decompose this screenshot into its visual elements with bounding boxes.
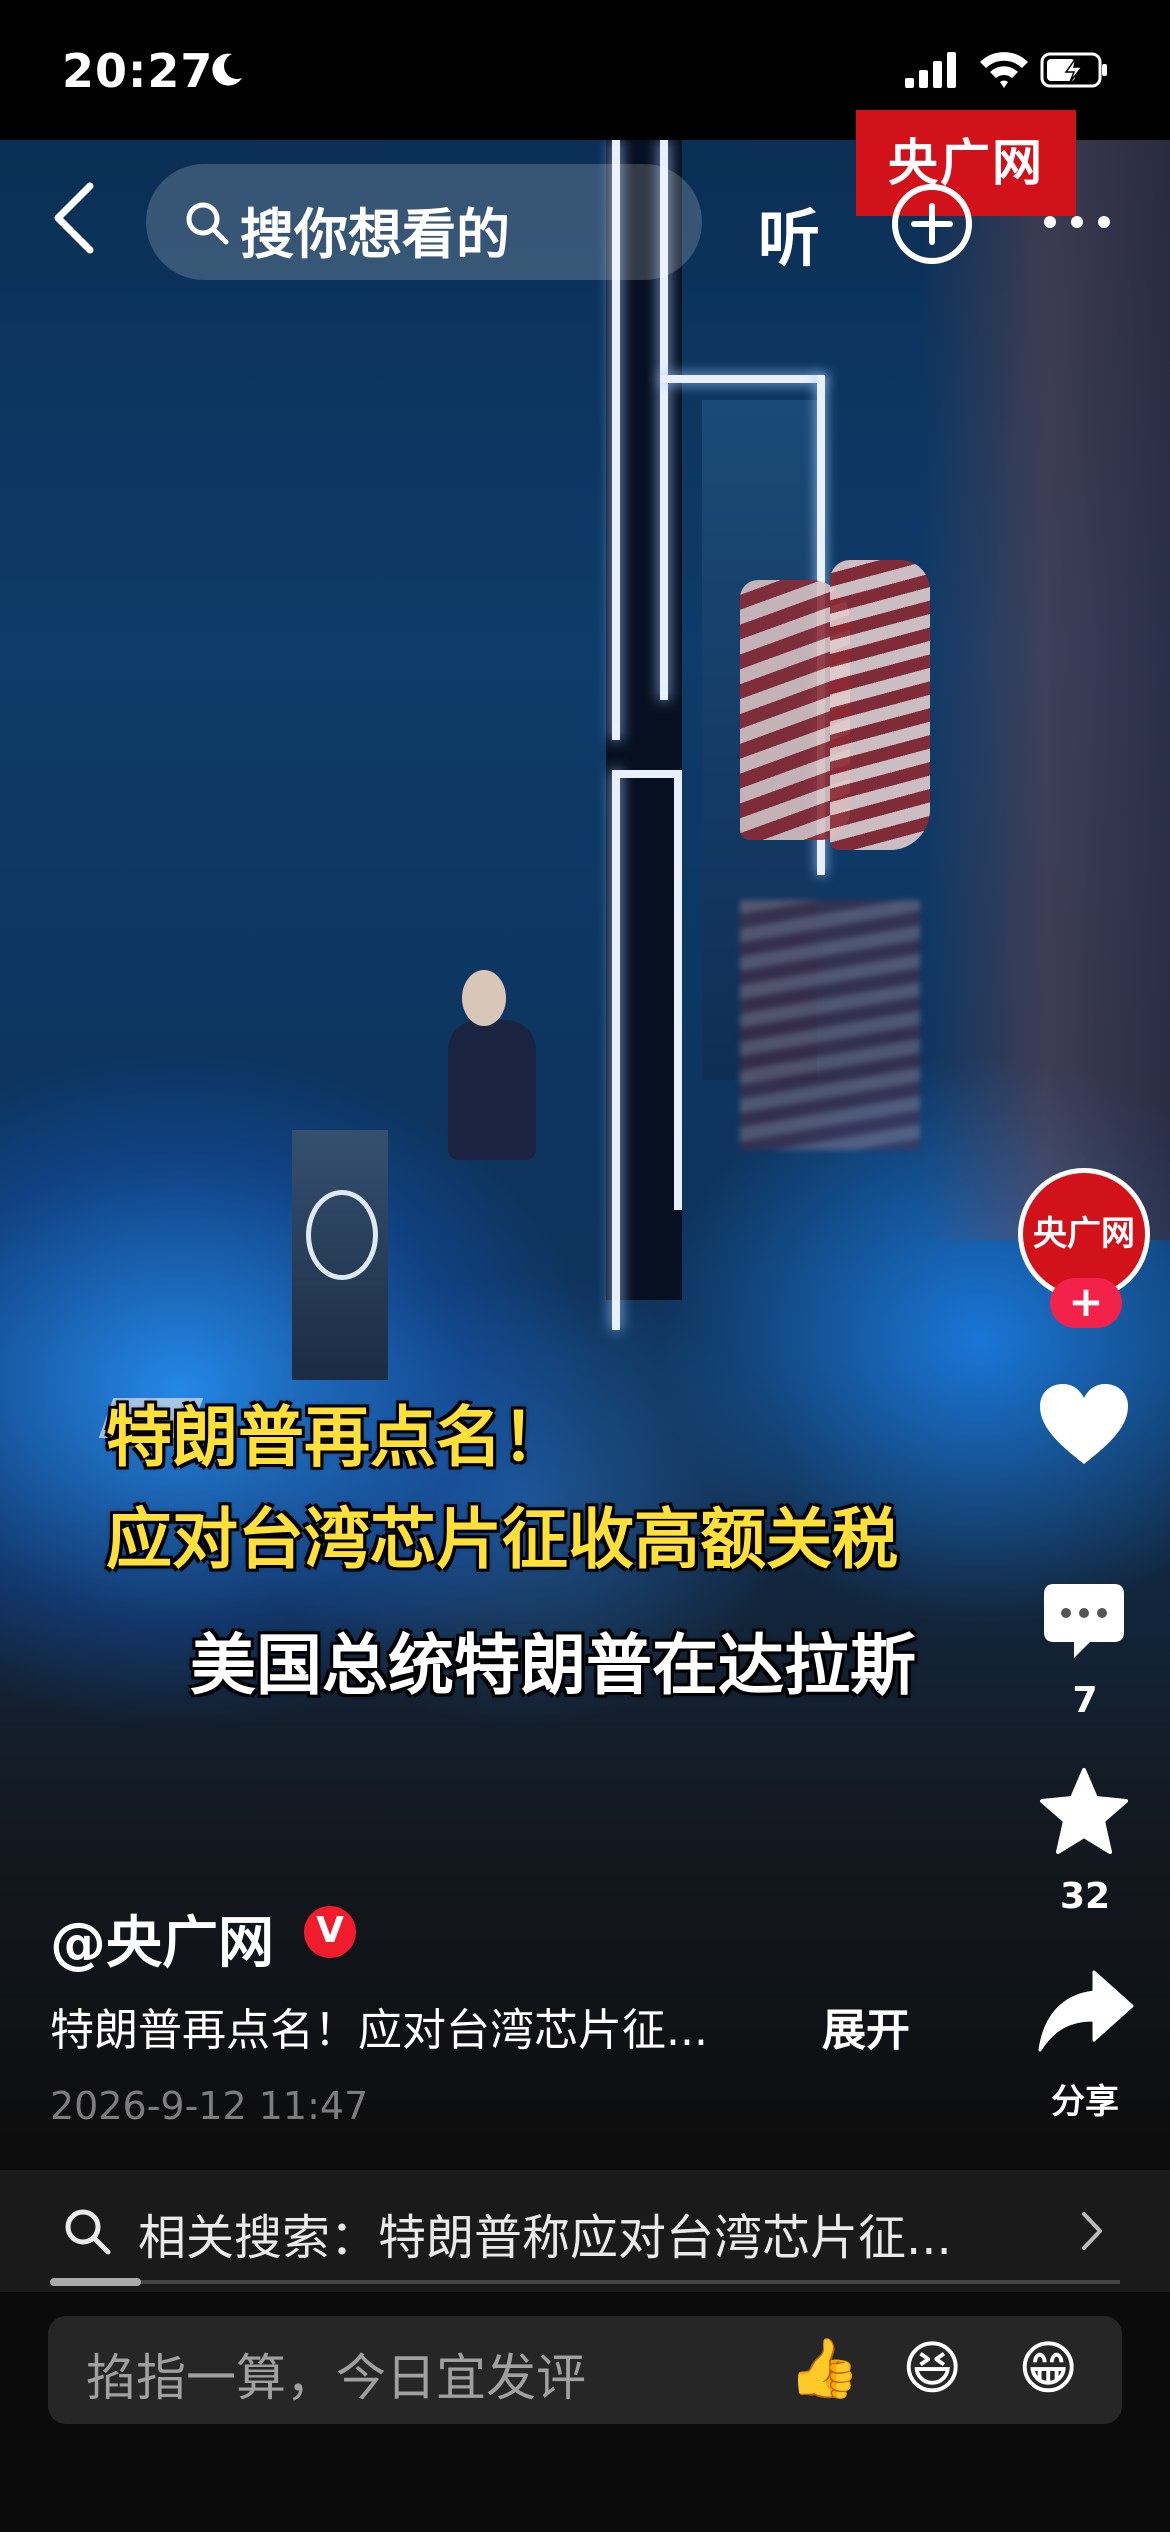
share-label[interactable]: 分享	[1020, 2074, 1150, 2123]
podium-logo	[306, 1190, 378, 1280]
speaker-head	[462, 970, 506, 1026]
related-search-text[interactable]: 相关搜索：特朗普称应对台湾芯片征...	[138, 2198, 952, 2268]
share-icon[interactable]	[1036, 1966, 1136, 2056]
post-timestamp: 2026-9-12 11:47	[50, 2084, 369, 2128]
favorite-count: 32	[1059, 1876, 1111, 1917]
video-caption: 特朗普再点名！	[106, 1399, 568, 1476]
emoji-laugh-button[interactable]: 😆	[902, 2334, 962, 2402]
search-icon	[186, 202, 229, 245]
search-icon	[65, 2209, 111, 2255]
expand-button[interactable]: 展开	[822, 1994, 910, 2058]
video-caption: 应对台湾芯片征收高额关税	[106, 1501, 898, 1578]
back-icon[interactable]	[48, 180, 104, 256]
plus-circle-icon[interactable]	[890, 182, 974, 266]
stage-light-strip	[660, 375, 825, 383]
flag-reflection	[740, 900, 920, 1150]
speaker-figure	[448, 1020, 536, 1160]
emoji-grin-button[interactable]: 😁	[1018, 2334, 1078, 2402]
stage-light-strip	[612, 770, 620, 1330]
post-description[interactable]: 特朗普再点名！应对台湾芯片征...	[50, 1994, 708, 2058]
author-name[interactable]: @央广网	[50, 1898, 274, 1979]
video-caption: 美国总统特朗普在达拉斯	[190, 1627, 916, 1704]
wifi-icon	[980, 52, 1028, 88]
flag	[830, 560, 930, 850]
verified-badge: V	[304, 1906, 356, 1958]
search-placeholder[interactable]: 搜你想看的	[240, 190, 510, 269]
moon-icon	[212, 53, 242, 86]
signal-icon	[905, 52, 956, 88]
video-progress-fill[interactable]	[50, 2278, 141, 2286]
stage-curtain	[920, 140, 1170, 1240]
heart-icon[interactable]	[1036, 1380, 1132, 1470]
stage-light-strip	[674, 770, 682, 1210]
star-icon[interactable]	[1036, 1766, 1132, 1858]
follow-button[interactable]: +	[1050, 1278, 1122, 1328]
more-icon[interactable]	[1042, 212, 1112, 232]
comment-count: 7	[1072, 1680, 1098, 1721]
video-player[interactable]	[0, 140, 1170, 2170]
stage-light-strip	[612, 770, 682, 778]
listen-button[interactable]: 听	[758, 188, 820, 278]
emoji-thumbs-up-button[interactable]: 👍	[788, 2334, 860, 2403]
battery-charging-icon	[1040, 52, 1107, 88]
video-progress-track[interactable]	[50, 2280, 1120, 2284]
comment-placeholder[interactable]: 掐指一算，今日宜发评	[86, 2338, 586, 2410]
comment-icon[interactable]	[1040, 1580, 1128, 1664]
status-time: 20:27	[62, 44, 214, 98]
chevron-right-icon[interactable]	[1078, 2210, 1106, 2252]
